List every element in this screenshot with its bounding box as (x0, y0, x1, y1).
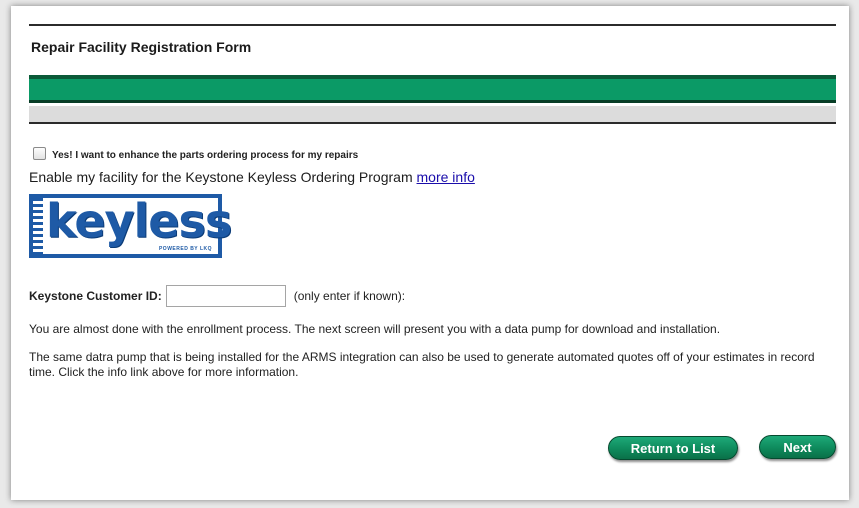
data-pump-note: The same datra pump that is being instal… (29, 350, 815, 379)
logo-stripe (33, 198, 43, 254)
keyless-logo: keyless POWERED BY LKQ (29, 194, 232, 258)
next-button[interactable]: Next (759, 435, 836, 459)
enable-text: Enable my facility for the Keystone Keyl… (29, 169, 417, 185)
customer-id-hint: (only enter if known): (293, 289, 406, 303)
customer-id-row: Keystone Customer ID: (only enter if kno… (29, 285, 405, 307)
customer-id-label: Keystone Customer ID: (29, 289, 162, 303)
keyless-logo-inner: keyless POWERED BY LKQ (33, 194, 232, 254)
keyless-enable-text: Enable my facility for the Keystone Keyl… (29, 169, 475, 185)
form-panel: Repair Facility Registration Form Yes! I… (11, 6, 849, 500)
enrollment-note: You are almost done with the enrollment … (29, 322, 721, 336)
customer-id-input[interactable] (165, 285, 286, 307)
top-divider (29, 24, 836, 26)
logo-wordmark: keyless (46, 194, 232, 248)
logo-subtext: POWERED BY LKQ (158, 246, 212, 252)
keyless-opt-in-row: Yes! I want to enhance the parts orderin… (33, 146, 358, 161)
return-to-list-button[interactable]: Return to List (608, 436, 738, 460)
page-title: Repair Facility Registration Form (31, 39, 252, 55)
keyless-opt-in-label[interactable]: Yes! I want to enhance the parts orderin… (52, 150, 358, 161)
more-info-link[interactable]: more info (417, 169, 475, 185)
header-green-bar (29, 75, 836, 103)
keyless-opt-in-checkbox[interactable] (33, 147, 46, 160)
header-grey-bar (29, 106, 836, 124)
